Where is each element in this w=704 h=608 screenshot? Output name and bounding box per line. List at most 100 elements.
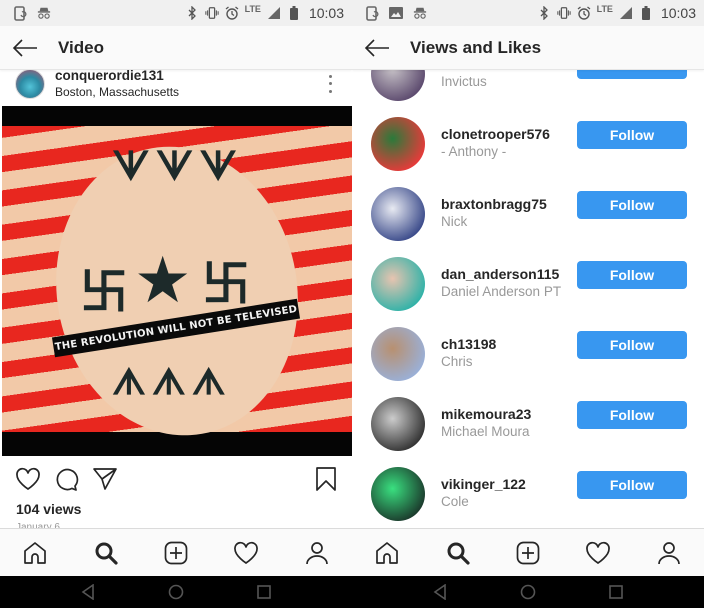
share-button[interactable] <box>91 465 119 493</box>
avatar[interactable] <box>15 69 45 99</box>
nav-home[interactable] <box>15 533 55 573</box>
search-icon <box>447 542 470 565</box>
follow-button[interactable]: Follow <box>577 121 687 149</box>
video-glyph-top: ᗐᗐᗐ <box>112 144 243 190</box>
video-glyph-right: 卐 <box>202 256 251 312</box>
video-glyph-left: 卐 <box>80 264 129 320</box>
incognito-icon <box>37 5 51 21</box>
avatar[interactable] <box>371 187 425 241</box>
nav-home[interactable] <box>367 533 407 573</box>
signal-icon <box>267 5 281 21</box>
vibrate-icon <box>556 5 571 21</box>
app-bar: Video <box>0 26 352 70</box>
comment-icon <box>56 468 79 491</box>
views-likes-screen: LTE 10:03 Views and Likes Invictus Follow… <box>352 0 704 608</box>
post-location[interactable]: Boston, Massachusetts <box>55 85 179 99</box>
full-name: Chris <box>441 354 473 369</box>
video-star: ★ <box>134 244 192 318</box>
back-arrow-icon <box>12 38 37 57</box>
full-name: - Anthony - <box>441 144 507 159</box>
video-screen: LTE 10:03 Video conquerordie131 Boston, … <box>0 0 352 608</box>
full-name: Michael Moura <box>441 424 530 439</box>
home-circle-icon <box>520 584 536 600</box>
follow-button[interactable]: Follow <box>577 331 687 359</box>
username[interactable]: mikemoura23 <box>441 406 531 422</box>
system-home-button[interactable] <box>516 580 540 604</box>
send-icon <box>93 468 117 490</box>
image-icon <box>389 5 403 21</box>
vibrate-icon <box>204 5 219 21</box>
avatar[interactable] <box>371 397 425 451</box>
nav-search[interactable] <box>438 533 478 573</box>
full-name: Invictus <box>441 74 487 89</box>
list-item[interactable]: clonetrooper576 - Anthony - Follow <box>352 110 704 180</box>
incognito-icon <box>413 5 427 21</box>
username[interactable]: braxtonbragg75 <box>441 196 547 212</box>
full-name: Daniel Anderson PT <box>441 284 562 299</box>
nav-activity[interactable] <box>226 533 266 573</box>
avatar[interactable] <box>371 257 425 311</box>
video-frame: ★ 卐 卐 ᗐᗐᗐ ᗑᗑᗑ <box>2 126 352 455</box>
alarm-icon <box>225 5 239 21</box>
back-button[interactable] <box>0 26 50 70</box>
bookmark-icon <box>316 467 336 491</box>
screen-rotate-icon <box>365 5 379 21</box>
battery-icon <box>287 5 301 21</box>
system-home-button[interactable] <box>164 580 188 604</box>
system-recents-button[interactable] <box>252 580 276 604</box>
full-name: Cole <box>441 494 469 509</box>
list-item[interactable]: dan_anderson115 Daniel Anderson PT Follow <box>352 250 704 320</box>
network-type: LTE <box>596 4 613 14</box>
status-bar: LTE 10:03 <box>352 0 704 26</box>
more-options-icon[interactable] <box>326 73 334 95</box>
list-item[interactable]: mikemoura23 Michael Moura Follow <box>352 390 704 460</box>
follow-button[interactable]: Follow <box>577 191 687 219</box>
back-button[interactable] <box>352 26 402 70</box>
save-button[interactable] <box>312 465 340 493</box>
avatar[interactable] <box>371 327 425 381</box>
follow-button[interactable]: Follow <box>577 261 687 289</box>
status-bar: LTE 10:03 <box>0 0 352 26</box>
system-recents-button[interactable] <box>604 580 628 604</box>
username[interactable]: vikinger_122 <box>441 476 526 492</box>
clock: 10:03 <box>660 5 696 21</box>
screen-rotate-icon <box>13 5 27 21</box>
nav-search[interactable] <box>86 533 126 573</box>
home-circle-icon <box>168 584 184 600</box>
avatar[interactable] <box>371 117 425 171</box>
list-item[interactable]: braxtonbragg75 Nick Follow <box>352 180 704 250</box>
app-bar: Views and Likes <box>352 26 704 70</box>
nav-profile[interactable] <box>649 533 689 573</box>
username[interactable]: dan_anderson115 <box>441 266 559 282</box>
nav-profile[interactable] <box>297 533 337 573</box>
follow-button[interactable]: Follow <box>577 471 687 499</box>
post-username[interactable]: conquerordie131 <box>55 68 179 84</box>
comment-button[interactable] <box>52 465 80 493</box>
nav-add-post[interactable] <box>508 533 548 573</box>
list-item[interactable]: vikinger_122 Cole Follow <box>352 460 704 530</box>
video-player[interactable]: ★ 卐 卐 ᗐᗐᗐ ᗑᗑᗑ THE REVOLUTION WILL NOT BE… <box>2 106 352 456</box>
follow-button[interactable]: Follow <box>577 401 687 429</box>
network-type: LTE <box>244 4 261 14</box>
list-item[interactable]: ch13198 Chris Follow <box>352 320 704 390</box>
back-arrow-icon <box>364 38 389 57</box>
bottom-nav <box>352 528 704 576</box>
nav-add-post[interactable] <box>156 533 196 573</box>
view-count[interactable]: 104 views <box>16 501 81 517</box>
nav-activity[interactable] <box>578 533 618 573</box>
back-icon <box>81 584 94 600</box>
recents-icon <box>257 585 271 599</box>
home-icon <box>24 541 47 564</box>
like-button[interactable] <box>14 465 42 493</box>
username[interactable]: ch13198 <box>441 336 496 352</box>
username[interactable]: clonetrooper576 <box>441 126 550 142</box>
video-glyph-bottom: ᗑᗑᗑ <box>112 362 232 403</box>
signal-icon <box>619 5 633 21</box>
system-back-button[interactable] <box>428 580 452 604</box>
system-nav-bar <box>0 576 352 608</box>
bluetooth-icon <box>185 5 199 21</box>
battery-icon <box>639 5 653 21</box>
avatar[interactable] <box>371 467 425 521</box>
post-actions <box>0 462 352 496</box>
system-back-button[interactable] <box>76 580 100 604</box>
